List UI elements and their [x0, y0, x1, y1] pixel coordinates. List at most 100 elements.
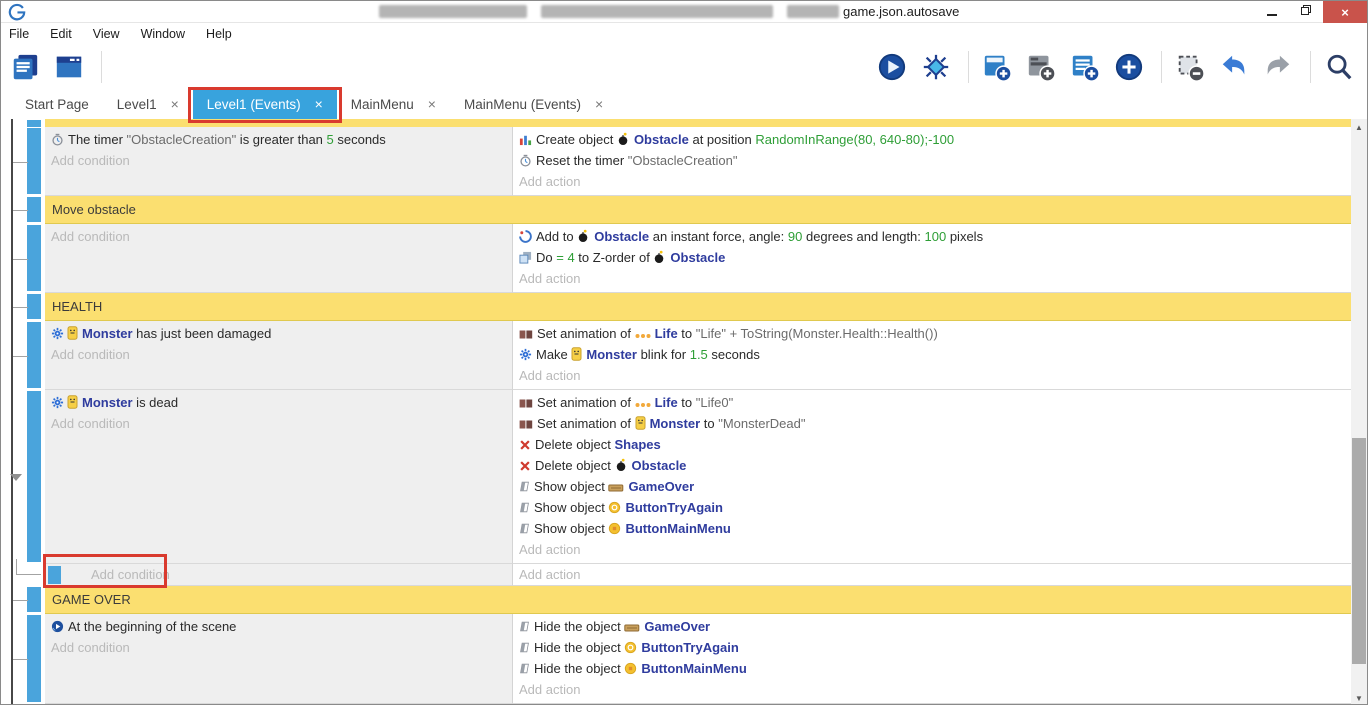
condition-line[interactable]: Monster has just been damaged [45, 323, 512, 344]
add-action-placeholder[interactable]: Add action [513, 679, 1351, 700]
event-handle-bar[interactable] [27, 128, 41, 194]
add-action-placeholder[interactable]: Add action [513, 539, 1351, 560]
debug-button[interactable] [920, 51, 956, 83]
tab-level1-events[interactable]: Level1 (Events)× [193, 89, 337, 119]
condition-line[interactable]: At the beginning of the scene [45, 616, 512, 637]
add-action-placeholder[interactable]: Add action [513, 268, 1351, 289]
sub-actions-cell[interactable]: Add action [513, 564, 1351, 586]
scrollbar-thumb[interactable] [1352, 438, 1366, 664]
undo-button[interactable] [1218, 51, 1254, 83]
comment-text[interactable]: GAME OVER [45, 586, 1351, 614]
tab-start-page[interactable]: Start Page [11, 89, 103, 119]
play-button[interactable] [876, 51, 912, 83]
tab-mainmenu[interactable]: MainMenu× [337, 89, 450, 119]
menu-window[interactable]: Window [141, 27, 185, 41]
redo-button[interactable] [1262, 51, 1298, 83]
parameter: RandomInRange(80, 640-80);-100 [755, 132, 954, 147]
event-handle-bar[interactable] [27, 225, 41, 291]
remove-event-button[interactable] [1174, 51, 1210, 83]
action-line[interactable]: Set animation of Monster to "MonsterDead… [513, 413, 1351, 434]
search-button[interactable] [1323, 51, 1359, 83]
tab-close-icon[interactable]: × [171, 96, 179, 112]
add-condition-placeholder[interactable]: Add condition [45, 150, 512, 171]
conditions-cell[interactable]: Monster is deadAdd condition [45, 390, 513, 564]
action-line[interactable]: Hide the object GameOver [513, 616, 1351, 637]
minimize-button[interactable] [1255, 1, 1289, 23]
scene-window-button[interactable] [53, 51, 89, 83]
comment-row-partial[interactable] [1, 119, 1351, 127]
add-condition-placeholder[interactable]: Add condition [45, 413, 512, 434]
comment-text[interactable]: HEALTH [45, 293, 1351, 321]
menu-help[interactable]: Help [206, 27, 232, 41]
menu-edit[interactable]: Edit [50, 27, 72, 41]
tab-close-icon[interactable]: × [595, 96, 603, 112]
close-button[interactable]: × [1323, 1, 1367, 23]
object-name: ButtonTryAgain [625, 500, 723, 515]
tab-close-icon[interactable]: × [315, 96, 323, 112]
tab-mainmenu-events[interactable]: MainMenu (Events)× [450, 89, 617, 119]
comment-row[interactable]: HEALTH [1, 293, 1351, 321]
action-line[interactable]: Show object GameOver [513, 476, 1351, 497]
event-handle-bar[interactable] [27, 120, 41, 127]
add-action-placeholder[interactable]: Add action [513, 171, 1351, 192]
condition-line[interactable]: Monster is dead [45, 392, 512, 413]
add-condition-placeholder[interactable]: Add condition [45, 344, 512, 365]
event-handle-bar[interactable] [27, 197, 41, 222]
add-comment-button[interactable] [1069, 51, 1105, 83]
event-handle-bar[interactable] [27, 615, 41, 702]
conditions-cell[interactable]: The timer "ObstacleCreation" is greater … [45, 127, 513, 196]
actions-cell[interactable]: Set animation of Life to "Life0"Set anim… [513, 390, 1351, 564]
action-line[interactable]: Show object ButtonMainMenu [513, 518, 1351, 539]
comment-text[interactable] [45, 119, 1351, 127]
title-bar: game.json.autosave × [1, 1, 1367, 23]
actions-cell[interactable]: Create object Obstacle at position Rando… [513, 127, 1351, 196]
action-line[interactable]: Do = 4 to Z-order of Obstacle [513, 247, 1351, 268]
actions-cell[interactable]: Hide the object GameOverHide the object … [513, 614, 1351, 704]
event-handle-bar[interactable] [27, 294, 41, 319]
event-handle-bar[interactable] [27, 587, 41, 612]
action-line[interactable]: Hide the object ButtonMainMenu [513, 658, 1351, 679]
project-manager-button[interactable] [9, 51, 45, 83]
add-condition-placeholder[interactable]: Add condition [45, 226, 512, 247]
object-name: Life [655, 395, 678, 410]
actions-cell[interactable]: Set animation of Life to "Life" + ToStri… [513, 321, 1351, 390]
action-line[interactable]: Make Monster blink for 1.5 seconds [513, 344, 1351, 365]
monster-icon [67, 326, 78, 340]
actions-cell[interactable]: Add to Obstacle an instant force, angle:… [513, 224, 1351, 293]
add-condition-placeholder[interactable]: Add condition [91, 564, 170, 586]
conditions-cell[interactable]: Add condition [45, 224, 513, 293]
menu-view[interactable]: View [93, 27, 120, 41]
event-handle-bar[interactable] [27, 322, 41, 388]
add-action-placeholder[interactable]: Add action [513, 365, 1351, 386]
comment-row[interactable]: Move obstacle [1, 196, 1351, 224]
scroll-up-icon[interactable]: ▲ [1351, 119, 1367, 135]
action-line[interactable]: Reset the timer "ObstacleCreation" [513, 150, 1351, 171]
action-line[interactable]: Delete object Obstacle [513, 455, 1351, 476]
conditions-cell[interactable]: Monster has just been damagedAdd conditi… [45, 321, 513, 390]
add-subevent-button[interactable] [1025, 51, 1061, 83]
tab-close-icon[interactable]: × [428, 96, 436, 112]
add-action-placeholder[interactable]: Add action [513, 564, 1351, 586]
add-condition-placeholder[interactable]: Add condition [45, 637, 512, 658]
action-line[interactable]: Hide the object ButtonTryAgain [513, 637, 1351, 658]
add-circle-button[interactable] [1113, 51, 1149, 83]
menu-file[interactable]: File [9, 27, 29, 41]
comment-row[interactable]: GAME OVER [1, 586, 1351, 614]
restore-button[interactable] [1289, 1, 1323, 23]
action-line[interactable]: Set animation of Life to "Life0" [513, 392, 1351, 413]
condition-line[interactable]: The timer "ObstacleCreation" is greater … [45, 129, 512, 150]
sub-event-handle-bar[interactable] [48, 566, 61, 584]
vertical-scrollbar[interactable]: ▲ ▼ [1351, 119, 1367, 705]
expander-triangle-icon[interactable] [10, 474, 22, 481]
event-handle-bar[interactable] [27, 391, 41, 562]
action-line[interactable]: Add to Obstacle an instant force, angle:… [513, 226, 1351, 247]
comment-text[interactable]: Move obstacle [45, 196, 1351, 224]
scroll-down-icon[interactable]: ▼ [1351, 690, 1367, 705]
action-line[interactable]: Create object Obstacle at position Rando… [513, 129, 1351, 150]
tab-level1[interactable]: Level1× [103, 89, 193, 119]
action-line[interactable]: Set animation of Life to "Life" + ToStri… [513, 323, 1351, 344]
conditions-cell[interactable]: At the beginning of the sceneAdd conditi… [45, 614, 513, 704]
action-line[interactable]: Show object ButtonTryAgain [513, 497, 1351, 518]
add-event-button[interactable] [981, 51, 1017, 83]
action-line[interactable]: Delete object Shapes [513, 434, 1351, 455]
